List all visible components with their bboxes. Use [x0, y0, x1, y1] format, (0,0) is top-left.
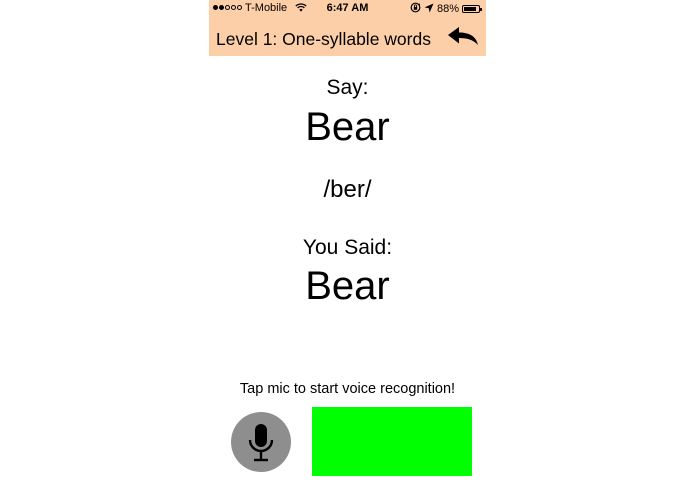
- battery-percentage: 88%: [436, 3, 459, 15]
- say-label: Say:: [326, 76, 369, 99]
- status-right: 88%: [410, 2, 482, 16]
- phonetic-transcription: /ber/: [323, 176, 372, 203]
- recognized-word: Bear: [305, 264, 390, 308]
- orientation-lock-icon: [410, 2, 421, 16]
- page-title: Level 1: One-syllable words: [216, 29, 431, 49]
- back-arrow-icon: [448, 27, 478, 45]
- back-button[interactable]: [446, 25, 480, 49]
- instruction-text: Tap mic to start voice recognition!: [239, 381, 456, 397]
- header-bar: T-Mobile 6:47 AM 88% Level 1: One-syllab…: [209, 0, 486, 56]
- battery-fill: [464, 7, 477, 11]
- you-said-label: You Said:: [302, 236, 393, 259]
- mic-button[interactable]: [231, 412, 291, 472]
- target-word: Bear: [305, 105, 390, 149]
- microphone-icon: [248, 424, 274, 462]
- battery-icon: [462, 5, 482, 13]
- status-bar: T-Mobile 6:47 AM 88%: [209, 0, 486, 18]
- app-screen: T-Mobile 6:47 AM 88% Level 1: One-syllab…: [209, 0, 486, 494]
- result-indicator: [312, 407, 472, 476]
- location-arrow-icon: [424, 3, 434, 16]
